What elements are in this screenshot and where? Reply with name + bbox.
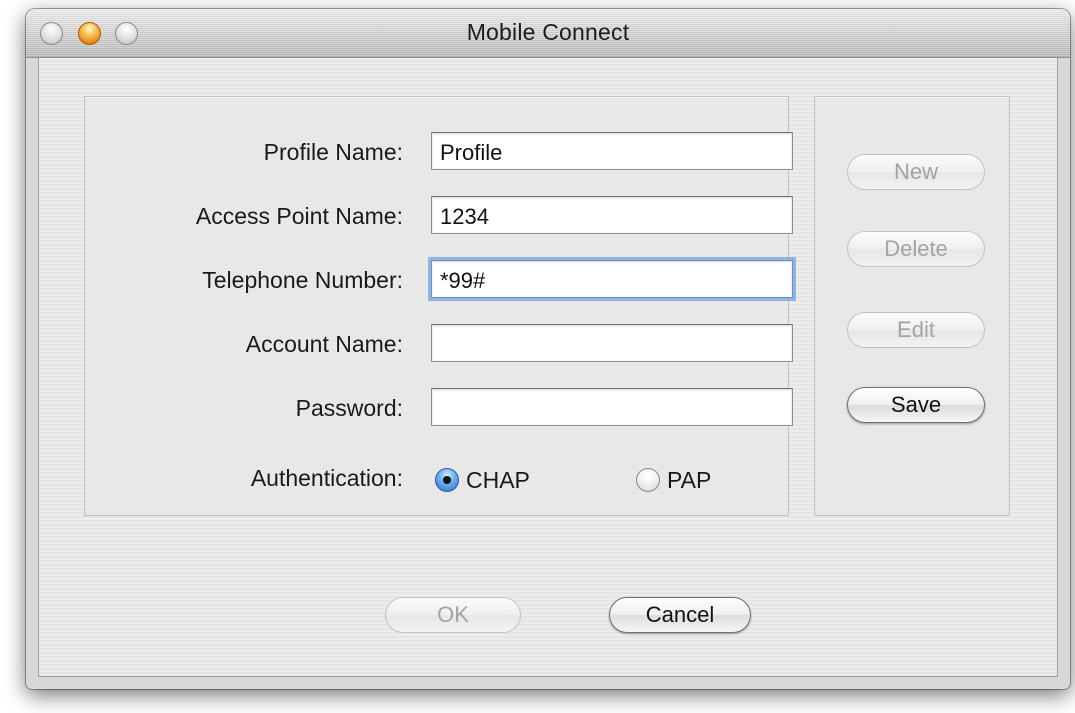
chap-radio-label: CHAP	[466, 466, 530, 493]
new-button[interactable]: New	[847, 154, 985, 190]
pap-radio-label: PAP	[667, 466, 712, 493]
ok-button[interactable]: OK	[385, 597, 521, 633]
window-title: Mobile Connect	[466, 19, 630, 45]
profile-name-field[interactable]: Profile	[431, 132, 793, 170]
title-bar[interactable]: Mobile Connect	[26, 9, 1070, 58]
account-name-label: Account Name:	[245, 331, 403, 357]
radio-unchecked-icon	[636, 468, 660, 492]
telephone-number-field[interactable]: *99#	[431, 260, 793, 298]
delete-button[interactable]: Delete	[847, 231, 985, 267]
save-button[interactable]: Save	[847, 387, 985, 423]
window-content: Profile Name: Profile Access Point Name:…	[38, 58, 1058, 677]
authentication-label: Authentication:	[250, 465, 403, 491]
radio-checked-icon	[435, 468, 459, 492]
mobile-connect-window: Mobile Connect Profile Name: Profile Acc…	[26, 9, 1070, 689]
profile-form-group: Profile Name: Profile Access Point Name:…	[84, 96, 793, 516]
access-point-name-label: Access Point Name:	[195, 203, 403, 229]
cancel-button[interactable]: Cancel	[609, 597, 751, 633]
account-name-field[interactable]	[431, 324, 793, 362]
access-point-name-field[interactable]: 1234	[431, 196, 793, 234]
edit-button[interactable]: Edit	[847, 312, 985, 348]
profile-name-label: Profile Name:	[263, 139, 403, 165]
pap-radio[interactable]: PAP	[636, 465, 711, 495]
chap-radio[interactable]: CHAP	[435, 465, 530, 495]
password-field[interactable]	[431, 388, 793, 426]
telephone-number-label: Telephone Number:	[202, 267, 403, 293]
profile-actions-group: New Delete Edit Save	[814, 96, 1010, 516]
password-label: Password:	[295, 395, 403, 421]
